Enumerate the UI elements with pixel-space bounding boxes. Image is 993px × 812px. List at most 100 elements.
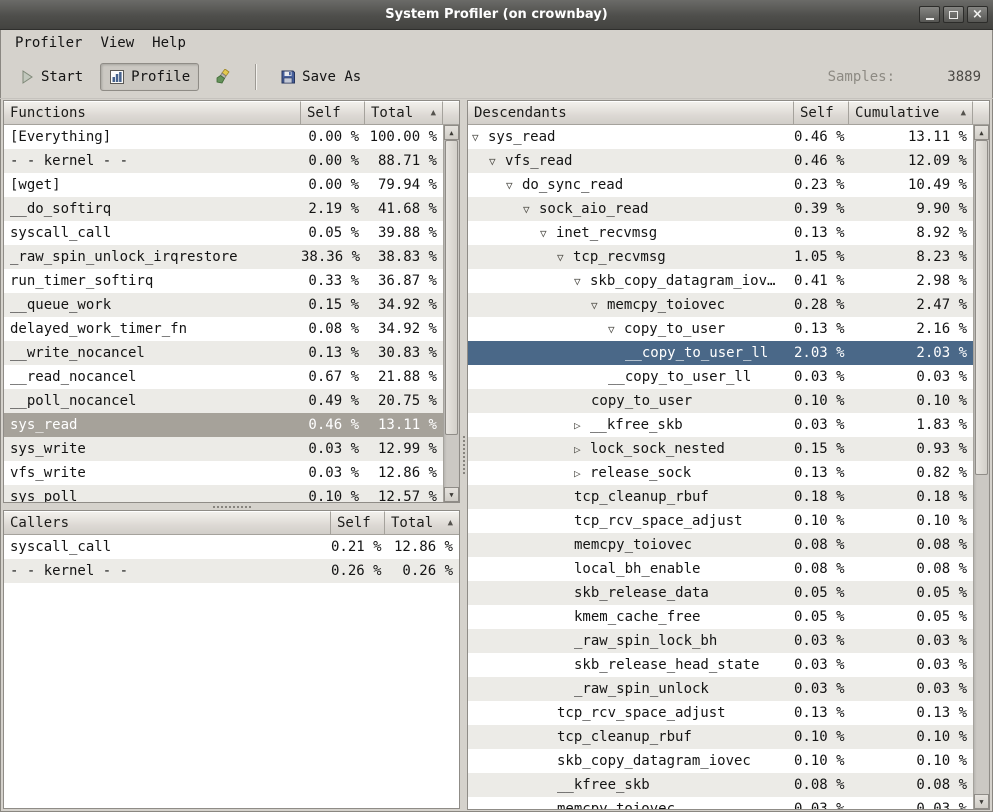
menu-profiler[interactable]: Profiler [6, 33, 91, 53]
table-row[interactable]: - - kernel - -0.00 %88.71 % [4, 149, 443, 173]
expander-closed-icon[interactable]: ▷ [574, 438, 590, 461]
table-row[interactable]: delayed_work_timer_fn0.08 %34.92 % [4, 317, 443, 341]
tree-row[interactable]: tcp_rcv_space_adjust0.10 %0.10 % [468, 509, 973, 533]
scroll-down-button[interactable]: ▼ [444, 487, 459, 502]
tree-row[interactable]: ▽sock_aio_read0.39 %9.90 % [468, 197, 973, 221]
descendants-scrollbar[interactable]: ▲ ▼ [973, 125, 989, 809]
scrollbar-thumb[interactable] [975, 140, 988, 475]
functions-scrollbar[interactable]: ▲ ▼ [443, 125, 459, 502]
tree-row[interactable]: ▷lock_sock_nested0.15 %0.93 % [468, 437, 973, 461]
tree-row[interactable]: local_bh_enable0.08 %0.08 % [468, 557, 973, 581]
tree-row[interactable]: memcpy_toiovec0.03 %0.03 % [468, 797, 973, 809]
table-row[interactable]: run_timer_softirq0.33 %36.87 % [4, 269, 443, 293]
tree-row[interactable]: ▽do_sync_read0.23 %10.49 % [468, 173, 973, 197]
minimize-button[interactable] [919, 6, 940, 23]
tree-row[interactable]: ▽memcpy_toiovec0.28 %2.47 % [468, 293, 973, 317]
profile-toggle-button[interactable]: Profile [100, 63, 199, 91]
tree-row[interactable]: memcpy_toiovec0.08 %0.08 % [468, 533, 973, 557]
tree-row[interactable]: kmem_cache_free0.05 %0.05 % [468, 605, 973, 629]
function-name-cell: __copy_to_user_ll [468, 341, 794, 365]
table-row[interactable]: [wget]0.00 %79.94 % [4, 173, 443, 197]
tree-row[interactable]: ▷release_sock0.13 %0.82 % [468, 461, 973, 485]
tree-row[interactable]: tcp_rcv_space_adjust0.13 %0.13 % [468, 701, 973, 725]
function-name-cell: sys_poll [4, 485, 301, 502]
column-header-total[interactable]: Total▲ [385, 511, 459, 535]
total-cell: 38.83 % [365, 245, 443, 269]
expander-open-icon[interactable]: ▽ [557, 246, 573, 269]
column-header-self[interactable]: Self [301, 101, 365, 125]
tree-row[interactable]: ▽inet_recvmsg0.13 %8.92 % [468, 221, 973, 245]
scrollbar-thumb[interactable] [445, 140, 458, 435]
tree-row[interactable]: tcp_cleanup_rbuf0.18 %0.18 % [468, 485, 973, 509]
save-as-button[interactable]: Save As [271, 63, 370, 91]
close-button[interactable]: × [967, 6, 988, 23]
pane-splitter-horizontal[interactable] [3, 503, 460, 510]
tree-row[interactable]: ▽skb_copy_datagram_iov…0.41 %2.98 % [468, 269, 973, 293]
self-cell: 0.46 % [301, 413, 365, 437]
function-name-cell: vfs_write [4, 461, 301, 485]
column-header-self[interactable]: Self [794, 101, 849, 125]
table-row[interactable]: [Everything]0.00 %100.00 % [4, 125, 443, 149]
tree-row[interactable]: skb_copy_datagram_iovec0.10 %0.10 % [468, 749, 973, 773]
tree-row[interactable]: ▽copy_to_user0.13 %2.16 % [468, 317, 973, 341]
table-row[interactable]: syscall_call0.05 %39.88 % [4, 221, 443, 245]
expander-open-icon[interactable]: ▽ [523, 198, 539, 221]
tree-row[interactable]: ▷__kfree_skb0.03 %1.83 % [468, 413, 973, 437]
function-name-cell: tcp_cleanup_rbuf [468, 725, 794, 749]
table-row[interactable]: sys_write0.03 %12.99 % [4, 437, 443, 461]
column-header-total[interactable]: Total▲ [365, 101, 443, 125]
cumulative-cell: 2.03 % [849, 341, 973, 365]
expander-closed-icon[interactable]: ▷ [574, 462, 590, 485]
tree-row[interactable]: tcp_cleanup_rbuf0.10 %0.10 % [468, 725, 973, 749]
expander-open-icon[interactable]: ▽ [489, 150, 505, 173]
column-header-functions[interactable]: Functions [4, 101, 301, 125]
functions-header: Functions Self Total▲ [4, 101, 459, 125]
reset-button[interactable] [207, 63, 241, 91]
table-row[interactable]: __do_softirq2.19 %41.68 % [4, 197, 443, 221]
column-header-self[interactable]: Self [331, 511, 385, 535]
expander-open-icon[interactable]: ▽ [591, 294, 607, 317]
column-header-descendants[interactable]: Descendants [468, 101, 794, 125]
table-row[interactable]: __read_nocancel0.67 %21.88 % [4, 365, 443, 389]
tree-row[interactable]: skb_release_head_state0.03 %0.03 % [468, 653, 973, 677]
tree-row[interactable]: _raw_spin_unlock0.03 %0.03 % [468, 677, 973, 701]
table-row[interactable]: __queue_work0.15 %34.92 % [4, 293, 443, 317]
scroll-up-button[interactable]: ▲ [444, 125, 459, 140]
table-row[interactable]: syscall_call0.21 %12.86 % [4, 535, 459, 559]
expander-open-icon[interactable]: ▽ [608, 318, 624, 341]
table-row[interactable]: __write_nocancel0.13 %30.83 % [4, 341, 443, 365]
tree-row[interactable]: ▽vfs_read0.46 %12.09 % [468, 149, 973, 173]
expander-open-icon[interactable]: ▽ [574, 270, 590, 293]
table-row[interactable]: sys_read0.46 %13.11 % [4, 413, 443, 437]
table-row[interactable]: sys_poll0.10 %12.57 % [4, 485, 443, 502]
expander-open-icon[interactable]: ▽ [506, 174, 522, 197]
table-row[interactable]: - - kernel - -0.26 %0.26 % [4, 559, 459, 583]
tree-row[interactable]: skb_release_data0.05 %0.05 % [468, 581, 973, 605]
tree-row[interactable]: __copy_to_user_ll2.03 %2.03 % [468, 341, 973, 365]
expander-open-icon[interactable]: ▽ [472, 126, 488, 149]
titlebar[interactable]: System Profiler (on crownbay) × [0, 0, 993, 30]
maximize-button[interactable] [943, 6, 964, 23]
table-row[interactable]: vfs_write0.03 %12.86 % [4, 461, 443, 485]
expander-closed-icon[interactable]: ▷ [574, 414, 590, 437]
tree-row[interactable]: __copy_to_user_ll0.03 %0.03 % [468, 365, 973, 389]
expander-open-icon[interactable]: ▽ [540, 222, 556, 245]
tree-row[interactable]: copy_to_user0.10 %0.10 % [468, 389, 973, 413]
column-header-cumulative[interactable]: Cumulative▲ [849, 101, 973, 125]
table-row[interactable]: __poll_nocancel0.49 %20.75 % [4, 389, 443, 413]
menu-help[interactable]: Help [143, 33, 195, 53]
profile-chart-icon [109, 69, 125, 85]
tree-row[interactable]: ▽tcp_recvmsg1.05 %8.23 % [468, 245, 973, 269]
tree-row[interactable]: ▽sys_read0.46 %13.11 % [468, 125, 973, 149]
menu-view[interactable]: View [91, 33, 143, 53]
pane-splitter-vertical[interactable] [460, 100, 467, 809]
scroll-up-button[interactable]: ▲ [974, 125, 989, 140]
cumulative-cell: 0.08 % [849, 533, 973, 557]
tree-row[interactable]: _raw_spin_lock_bh0.03 %0.03 % [468, 629, 973, 653]
scroll-down-button[interactable]: ▼ [974, 794, 989, 809]
start-button[interactable]: Start [10, 63, 92, 91]
self-cell: 0.49 % [301, 389, 365, 413]
table-row[interactable]: _raw_spin_unlock_irqrestore38.36 %38.83 … [4, 245, 443, 269]
tree-row[interactable]: __kfree_skb0.08 %0.08 % [468, 773, 973, 797]
column-header-callers[interactable]: Callers [4, 511, 331, 535]
